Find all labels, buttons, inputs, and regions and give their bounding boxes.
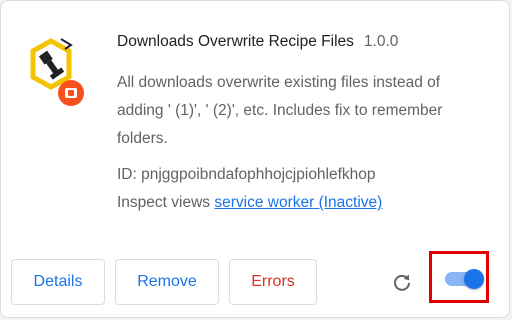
extension-logo-icon — [27, 35, 91, 111]
details-button[interactable]: Details — [11, 259, 105, 305]
errors-button[interactable]: Errors — [229, 259, 317, 305]
inspect-views-row: Inspect views service worker (Inactive) — [117, 189, 477, 217]
title-row: Downloads Overwrite Recipe Files 1.0.0 — [117, 33, 477, 61]
extension-id: ID: pnjggpoibndafophhojcjpiohlefkhop — [117, 166, 376, 183]
remove-button[interactable]: Remove — [115, 259, 219, 305]
extension-version: 1.0.0 — [363, 33, 399, 50]
toggle-knob — [464, 269, 484, 289]
extension-card: Downloads Overwrite Recipe Files 1.0.0 A… — [0, 0, 510, 318]
inspect-views-label: Inspect views — [117, 194, 211, 211]
enable-toggle[interactable] — [445, 269, 485, 289]
extension-name: Downloads Overwrite Recipe Files — [117, 33, 354, 50]
reload-icon[interactable] — [389, 269, 415, 295]
extension-description: All downloads overwrite existing files i… — [117, 74, 443, 147]
extension-info: Downloads Overwrite Recipe Files 1.0.0 A… — [117, 33, 477, 217]
service-worker-link[interactable]: service worker (Inactive) — [214, 194, 382, 211]
